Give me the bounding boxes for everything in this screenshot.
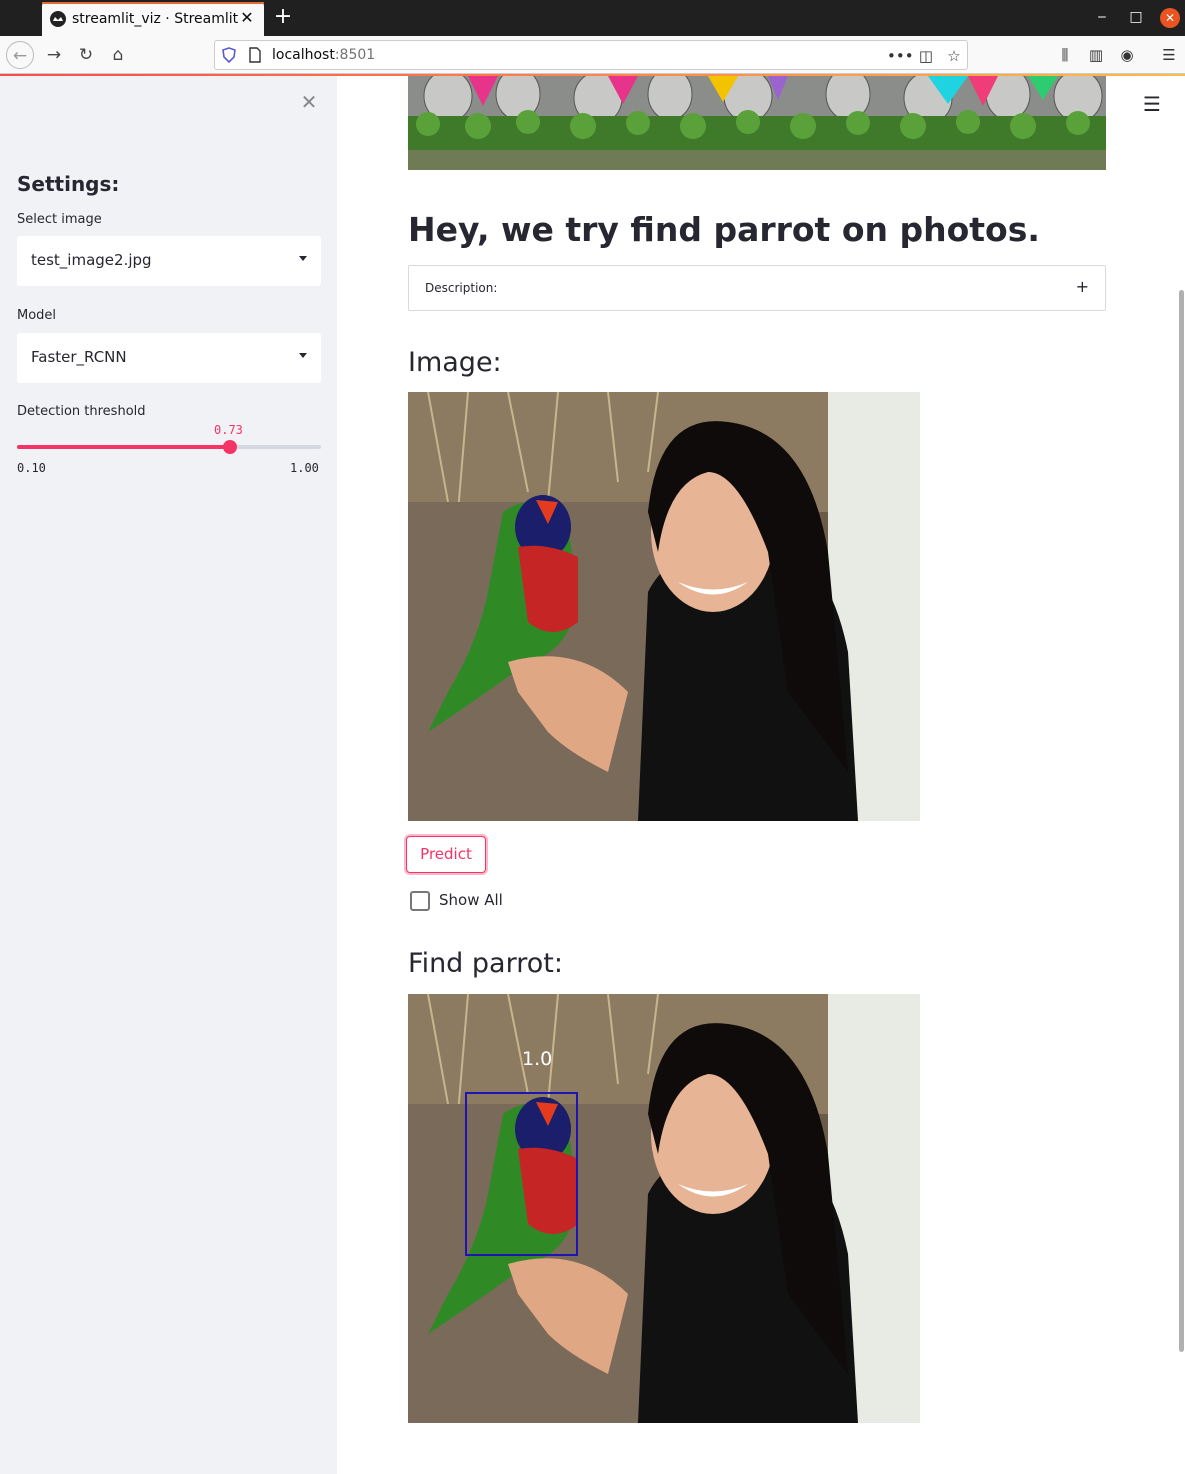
sidebar-toggle-icon[interactable]: ▥ bbox=[1085, 44, 1107, 66]
expander-label: Description: bbox=[425, 281, 498, 295]
select-image-value: test_image2.jpg bbox=[31, 251, 152, 269]
chevron-down-icon bbox=[299, 256, 307, 261]
browser-tab-strip: streamlit_viz · Streamlit ✕ + ‒ □ ✕ bbox=[0, 0, 1185, 36]
window-close-icon[interactable]: ✕ bbox=[1160, 8, 1180, 28]
plus-icon: + bbox=[1075, 277, 1089, 296]
threshold-slider-track[interactable] bbox=[17, 445, 321, 449]
input-photo bbox=[408, 392, 920, 821]
browser-tab[interactable]: streamlit_viz · Streamlit ✕ bbox=[42, 2, 264, 36]
bookmark-star-icon[interactable]: ☆ bbox=[943, 45, 965, 67]
threshold-slider-handle[interactable] bbox=[223, 440, 237, 454]
reload-icon[interactable]: ↻ bbox=[72, 41, 100, 69]
threshold-value: 0.73 bbox=[214, 423, 243, 437]
chevron-down-icon bbox=[299, 353, 307, 358]
show-all-label[interactable]: Show All bbox=[439, 891, 503, 909]
description-expander[interactable]: Description: + bbox=[408, 265, 1106, 311]
minimize-icon[interactable]: ‒ bbox=[1093, 8, 1111, 26]
url-text: localhost:8501 bbox=[272, 47, 376, 63]
model-value: Faster_RCNN bbox=[31, 348, 127, 366]
library-icon[interactable]: ⫼ bbox=[1054, 44, 1076, 66]
maximize-icon[interactable]: □ bbox=[1127, 8, 1145, 26]
threshold-max: 1.00 bbox=[290, 461, 319, 475]
page-title: Hey, we try find parrot on photos. bbox=[408, 210, 1040, 249]
model-dropdown[interactable]: Faster_RCNN bbox=[17, 333, 321, 383]
header-banner-image bbox=[408, 76, 1106, 170]
image-heading: Image: bbox=[408, 347, 502, 378]
threshold-slider-fill bbox=[17, 445, 230, 449]
page-actions-icon[interactable]: ••• bbox=[887, 45, 914, 67]
app-menu-icon[interactable]: ☰ bbox=[1142, 94, 1162, 114]
forward-icon[interactable]: → bbox=[40, 41, 68, 69]
sidebar: ✕ Settings: Select image test_image2.jpg… bbox=[0, 76, 337, 1474]
tab-title: streamlit_viz · Streamlit bbox=[72, 11, 239, 27]
page-scrollbar[interactable] bbox=[1179, 290, 1184, 1352]
threshold-label: Detection threshold bbox=[17, 404, 146, 419]
account-icon[interactable]: ◉ bbox=[1116, 44, 1138, 66]
tab-close-icon[interactable]: ✕ bbox=[238, 9, 256, 27]
pocket-icon[interactable]: ◫ bbox=[915, 45, 937, 67]
tracking-shield-icon[interactable] bbox=[221, 47, 237, 63]
tab-active-indicator bbox=[42, 2, 264, 4]
detection-box bbox=[465, 1092, 578, 1256]
streamlit-favicon-icon bbox=[50, 11, 66, 27]
result-heading: Find parrot: bbox=[408, 948, 563, 979]
browser-menu-icon[interactable]: ☰ bbox=[1158, 44, 1180, 66]
back-icon[interactable]: ← bbox=[6, 41, 34, 69]
sidebar-close-icon[interactable]: ✕ bbox=[299, 92, 319, 112]
select-image-dropdown[interactable]: test_image2.jpg bbox=[17, 236, 321, 286]
predict-button[interactable]: Predict bbox=[406, 836, 486, 873]
threshold-min: 0.10 bbox=[17, 461, 46, 475]
result-photo: 1.0 bbox=[408, 994, 920, 1423]
select-image-label: Select image bbox=[17, 212, 102, 227]
page-info-icon[interactable] bbox=[247, 47, 263, 63]
model-label: Model bbox=[17, 308, 57, 323]
show-all-checkbox[interactable] bbox=[410, 891, 430, 911]
detection-score-label: 1.0 bbox=[522, 1048, 553, 1070]
url-bar[interactable]: localhost:8501 ••• ◫ ☆ bbox=[214, 40, 968, 70]
settings-heading: Settings: bbox=[17, 172, 120, 196]
new-tab-icon[interactable]: + bbox=[270, 4, 296, 30]
home-icon[interactable]: ⌂ bbox=[104, 41, 132, 69]
browser-toolbar: ← → ↻ ⌂ localhost:8501 ••• ◫ ☆ ⫼ ▥ ◉ ☰ bbox=[0, 36, 1185, 74]
